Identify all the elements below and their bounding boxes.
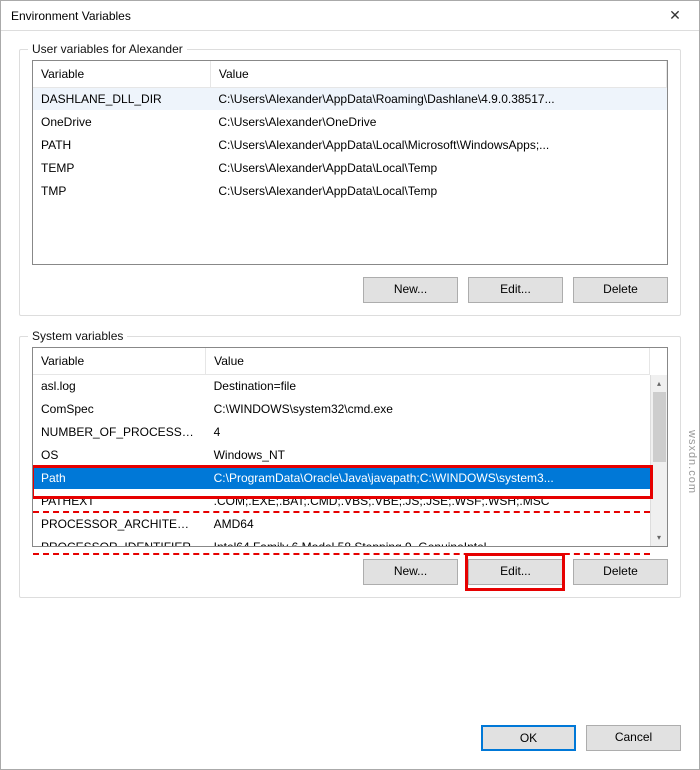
titlebar: Environment Variables ✕	[1, 1, 699, 31]
table-header-row: Variable Value	[33, 348, 650, 375]
scrollbar[interactable]: ▴ ▾	[650, 375, 667, 546]
table-header-row: Variable Value	[33, 61, 667, 88]
scroll-thumb[interactable]	[653, 392, 666, 462]
cell-val: Destination=file	[206, 375, 650, 398]
dialog-body: User variables for Alexander Variable Va…	[1, 31, 699, 715]
cancel-button[interactable]: Cancel	[586, 725, 681, 751]
cell-var: OS	[33, 444, 206, 467]
system-vars-buttons: New... Edit... Delete	[32, 559, 668, 585]
table-row[interactable]: DASHLANE_DLL_DIR C:\Users\Alexander\AppD…	[33, 88, 667, 111]
user-vars-buttons: New... Edit... Delete	[32, 277, 668, 303]
env-vars-dialog: Environment Variables ✕ User variables f…	[0, 0, 700, 770]
cell-val: C:\Users\Alexander\AppData\Local\Temp	[210, 157, 666, 180]
cell-val: C:\Users\Alexander\AppData\Roaming\Dashl…	[210, 88, 666, 111]
user-vars-group: User variables for Alexander Variable Va…	[19, 49, 681, 316]
delete-button[interactable]: Delete	[573, 559, 668, 585]
cell-val: Intel64 Family 6 Model 58 Stepping 9, Ge…	[206, 536, 650, 548]
table-row[interactable]: PROCESSOR_IDENTIFIER Intel64 Family 6 Mo…	[33, 536, 650, 548]
strike-overlay	[33, 553, 650, 555]
scroll-up-icon[interactable]: ▴	[651, 375, 667, 392]
col-variable[interactable]: Variable	[33, 348, 206, 375]
table-row[interactable]: PATH C:\Users\Alexander\AppData\Local\Mi…	[33, 134, 667, 157]
cell-var: ComSpec	[33, 398, 206, 421]
cell-val: Windows_NT	[206, 444, 650, 467]
system-vars-table[interactable]: Variable Value asl.log Destination=file …	[32, 347, 668, 547]
col-value[interactable]: Value	[206, 348, 650, 375]
dialog-footer: OK Cancel	[1, 715, 699, 769]
close-icon[interactable]: ✕	[655, 2, 695, 30]
system-vars-group: System variables Variable Value asl.log …	[19, 336, 681, 598]
user-vars-table[interactable]: Variable Value DASHLANE_DLL_DIR C:\Users…	[32, 60, 668, 265]
cell-var: asl.log	[33, 375, 206, 398]
table-row[interactable]: OneDrive C:\Users\Alexander\OneDrive	[33, 111, 667, 134]
ok-button[interactable]: OK	[481, 725, 576, 751]
cell-var: OneDrive	[33, 111, 210, 134]
edit-button[interactable]: Edit...	[468, 277, 563, 303]
cell-var: PATHEXT	[33, 490, 206, 513]
window-title: Environment Variables	[11, 9, 655, 23]
cell-val: C:\Users\Alexander\OneDrive	[210, 111, 666, 134]
user-vars-group-title: User variables for Alexander	[28, 42, 187, 56]
table-row[interactable]: Path C:\ProgramData\Oracle\Java\javapath…	[33, 467, 650, 490]
table-row[interactable]: PATHEXT .COM;.EXE;.BAT;.CMD;.VBS;.VBE;.J…	[33, 490, 650, 513]
cell-var: PATH	[33, 134, 210, 157]
cell-var: TEMP	[33, 157, 210, 180]
cell-var: TMP	[33, 180, 210, 203]
scroll-down-icon[interactable]: ▾	[651, 529, 667, 546]
col-value[interactable]: Value	[210, 61, 666, 88]
system-vars-group-title: System variables	[28, 329, 127, 343]
cell-var: PROCESSOR_ARCHITECTU...	[33, 513, 206, 536]
new-button[interactable]: New...	[363, 277, 458, 303]
cell-var: NUMBER_OF_PROCESSORS	[33, 421, 206, 444]
col-variable[interactable]: Variable	[33, 61, 210, 88]
table-row[interactable]: OS Windows_NT	[33, 444, 650, 467]
table-row[interactable]: TEMP C:\Users\Alexander\AppData\Local\Te…	[33, 157, 667, 180]
table-row[interactable]: ComSpec C:\WINDOWS\system32\cmd.exe	[33, 398, 650, 421]
new-button[interactable]: New...	[363, 559, 458, 585]
cell-val: C:\ProgramData\Oracle\Java\javapath;C:\W…	[206, 467, 650, 490]
cell-val: 4	[206, 421, 650, 444]
cell-val: C:\Users\Alexander\AppData\Local\Temp	[210, 180, 666, 203]
cell-val: C:\WINDOWS\system32\cmd.exe	[206, 398, 650, 421]
delete-button[interactable]: Delete	[573, 277, 668, 303]
cell-var: PROCESSOR_IDENTIFIER	[33, 536, 206, 548]
cell-val: AMD64	[206, 513, 650, 536]
cell-val: C:\Users\Alexander\AppData\Local\Microso…	[210, 134, 666, 157]
table-row[interactable]: NUMBER_OF_PROCESSORS 4	[33, 421, 650, 444]
table-row[interactable]: asl.log Destination=file	[33, 375, 650, 398]
table-row[interactable]: PROCESSOR_ARCHITECTU... AMD64	[33, 513, 650, 536]
cell-var: DASHLANE_DLL_DIR	[33, 88, 210, 111]
cell-var: Path	[33, 467, 206, 490]
cell-val: .COM;.EXE;.BAT;.CMD;.VBS;.VBE;.JS;.JSE;.…	[206, 490, 650, 513]
table-row[interactable]: TMP C:\Users\Alexander\AppData\Local\Tem…	[33, 180, 667, 203]
edit-button[interactable]: Edit...	[468, 559, 563, 585]
